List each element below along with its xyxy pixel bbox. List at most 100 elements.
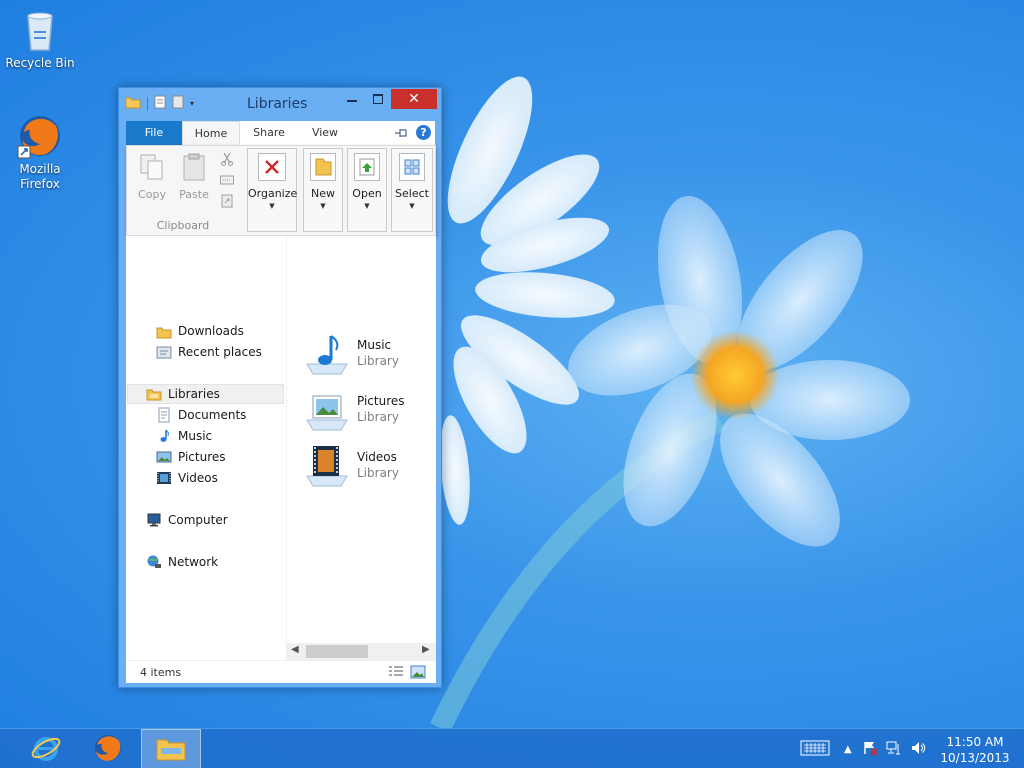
tab-share[interactable]: Share [244, 121, 294, 145]
downloads-icon [156, 323, 172, 339]
scrollbar-thumb[interactable] [306, 645, 368, 658]
desktop-icon-recycle-bin[interactable]: Recycle Bin [2, 6, 78, 71]
paste-shortcut-icon[interactable] [220, 194, 234, 211]
large-icons-view-button[interactable] [410, 665, 426, 679]
taskbar: ▲ 11:50 AM 10/13/2013 [0, 728, 1024, 768]
help-icon[interactable]: ? [416, 125, 431, 140]
library-name: Pictures [357, 394, 405, 408]
nav-item-network[interactable]: Network [146, 552, 218, 572]
library-type: Library [357, 354, 399, 368]
tab-file[interactable]: File [126, 121, 182, 145]
properties-icon[interactable] [154, 95, 166, 112]
nav-item-pictures[interactable]: Pictures [156, 447, 226, 467]
nav-item-music[interactable]: Music [156, 426, 212, 446]
nav-item-downloads[interactable]: Downloads [156, 321, 244, 341]
chevron-down-icon: ▼ [364, 202, 370, 210]
maximize-button[interactable] [365, 89, 391, 109]
desktop-icon-label: Recycle Bin [5, 56, 75, 70]
scroll-right-icon[interactable]: ▶ [422, 644, 430, 655]
nav-item-libraries[interactable]: Libraries [127, 384, 284, 404]
customize-toolbar-icon[interactable]: ▾ [190, 99, 194, 108]
clipboard-group-label: Clipboard [156, 219, 210, 232]
cut-icon[interactable] [220, 152, 234, 169]
nav-item-recent-places[interactable]: Recent places [156, 342, 262, 362]
pin-ribbon-icon[interactable] [394, 127, 408, 139]
clock-time: 11:50 AM [946, 735, 1004, 749]
nav-item-label: Videos [178, 471, 218, 485]
libraries-icon [146, 386, 162, 402]
recent-places-icon [156, 344, 172, 360]
open-button[interactable]: Open ▼ [347, 148, 387, 232]
paste-button[interactable]: Paste [174, 152, 214, 201]
touch-keyboard-icon[interactable] [800, 740, 830, 759]
organize-icon [258, 153, 286, 181]
volume-icon[interactable] [910, 740, 926, 759]
organize-button[interactable]: Organize ▼ [247, 148, 297, 232]
nav-item-videos[interactable]: Videos [156, 468, 218, 488]
list-item-music-library[interactable]: Music Library [305, 330, 399, 382]
new-button[interactable]: New ▼ [303, 148, 343, 232]
nav-item-label: Music [178, 429, 213, 443]
nav-item-label: Pictures [178, 450, 226, 464]
status-bar: 4 items [126, 660, 436, 683]
taskbar-file-explorer[interactable] [141, 729, 201, 768]
libraries-list[interactable]: Music Library Pictures Library Videos Li… [286, 236, 436, 643]
paste-label: Paste [179, 188, 209, 201]
pictures-icon [156, 449, 172, 465]
title-bar[interactable]: ▾ Libraries ✕ [119, 88, 441, 120]
tab-home[interactable]: Home [182, 121, 240, 145]
nav-item-label: Computer [168, 513, 228, 527]
open-icon [354, 153, 380, 181]
horizontal-scrollbar[interactable]: ◀ ▶ [286, 643, 436, 660]
network-icon [146, 554, 162, 570]
file-explorer-icon [155, 734, 187, 765]
chevron-down-icon: ▼ [409, 202, 415, 210]
explorer-window[interactable]: ▾ Libraries ✕ File Home Share View ? Cop… [118, 87, 442, 688]
select-button[interactable]: Select ▼ [391, 148, 433, 232]
list-item-pictures-library[interactable]: Pictures Library [305, 386, 405, 438]
new-icon [310, 153, 336, 181]
close-button[interactable]: ✕ [391, 89, 437, 109]
window-title: Libraries [247, 96, 308, 112]
show-hidden-icons-icon[interactable]: ▲ [844, 744, 852, 755]
action-center-icon[interactable] [862, 740, 878, 759]
computer-icon [146, 512, 162, 528]
clock[interactable]: 11:50 AM 10/13/2013 [940, 734, 1010, 766]
copy-button[interactable]: Copy [132, 152, 172, 201]
nav-item-label: Network [168, 555, 219, 569]
clock-date: 10/13/2013 [940, 751, 1010, 765]
desktop-icon-label-line1: Mozilla [19, 162, 61, 176]
paste-icon [179, 152, 209, 182]
select-icon [399, 153, 425, 181]
tab-view[interactable]: View [302, 121, 348, 145]
minimize-button[interactable] [339, 89, 365, 109]
copy-path-icon[interactable] [220, 174, 234, 189]
taskbar-firefox[interactable] [78, 729, 138, 768]
ribbon-tabs: File Home Share View ? [126, 121, 435, 145]
nav-item-label: Recent places [178, 345, 262, 359]
recycle-bin-icon [16, 6, 64, 54]
navigation-pane[interactable]: Downloads Recent places Libraries Docume… [126, 236, 286, 643]
desktop-icon-firefox[interactable]: Mozilla Firefox [2, 112, 78, 192]
nav-item-label: Libraries [168, 387, 220, 401]
list-item-videos-library[interactable]: Videos Library [305, 442, 399, 494]
new-label: New [311, 187, 335, 200]
copy-icon [137, 152, 167, 182]
organize-label: Organize [248, 187, 298, 200]
videos-library-icon [305, 442, 349, 488]
nav-item-documents[interactable]: Documents [156, 405, 246, 425]
documents-icon [156, 407, 172, 423]
ribbon-home: Copy Paste Clipboard Organize ▼ New ▼ Op… [126, 145, 436, 236]
open-label: Open [352, 187, 382, 200]
nav-item-label: Documents [178, 408, 247, 422]
taskbar-internet-explorer[interactable] [16, 729, 76, 768]
scroll-left-icon[interactable]: ◀ [291, 644, 299, 655]
nav-item-computer[interactable]: Computer [146, 510, 228, 530]
new-folder-icon[interactable] [172, 95, 184, 112]
clipboard-group: Copy Paste Clipboard [127, 148, 239, 234]
music-icon [156, 428, 172, 444]
details-view-button[interactable] [388, 665, 404, 679]
item-count: 4 items [140, 666, 182, 679]
firefox-icon [92, 732, 124, 767]
network-status-icon[interactable] [886, 740, 902, 759]
